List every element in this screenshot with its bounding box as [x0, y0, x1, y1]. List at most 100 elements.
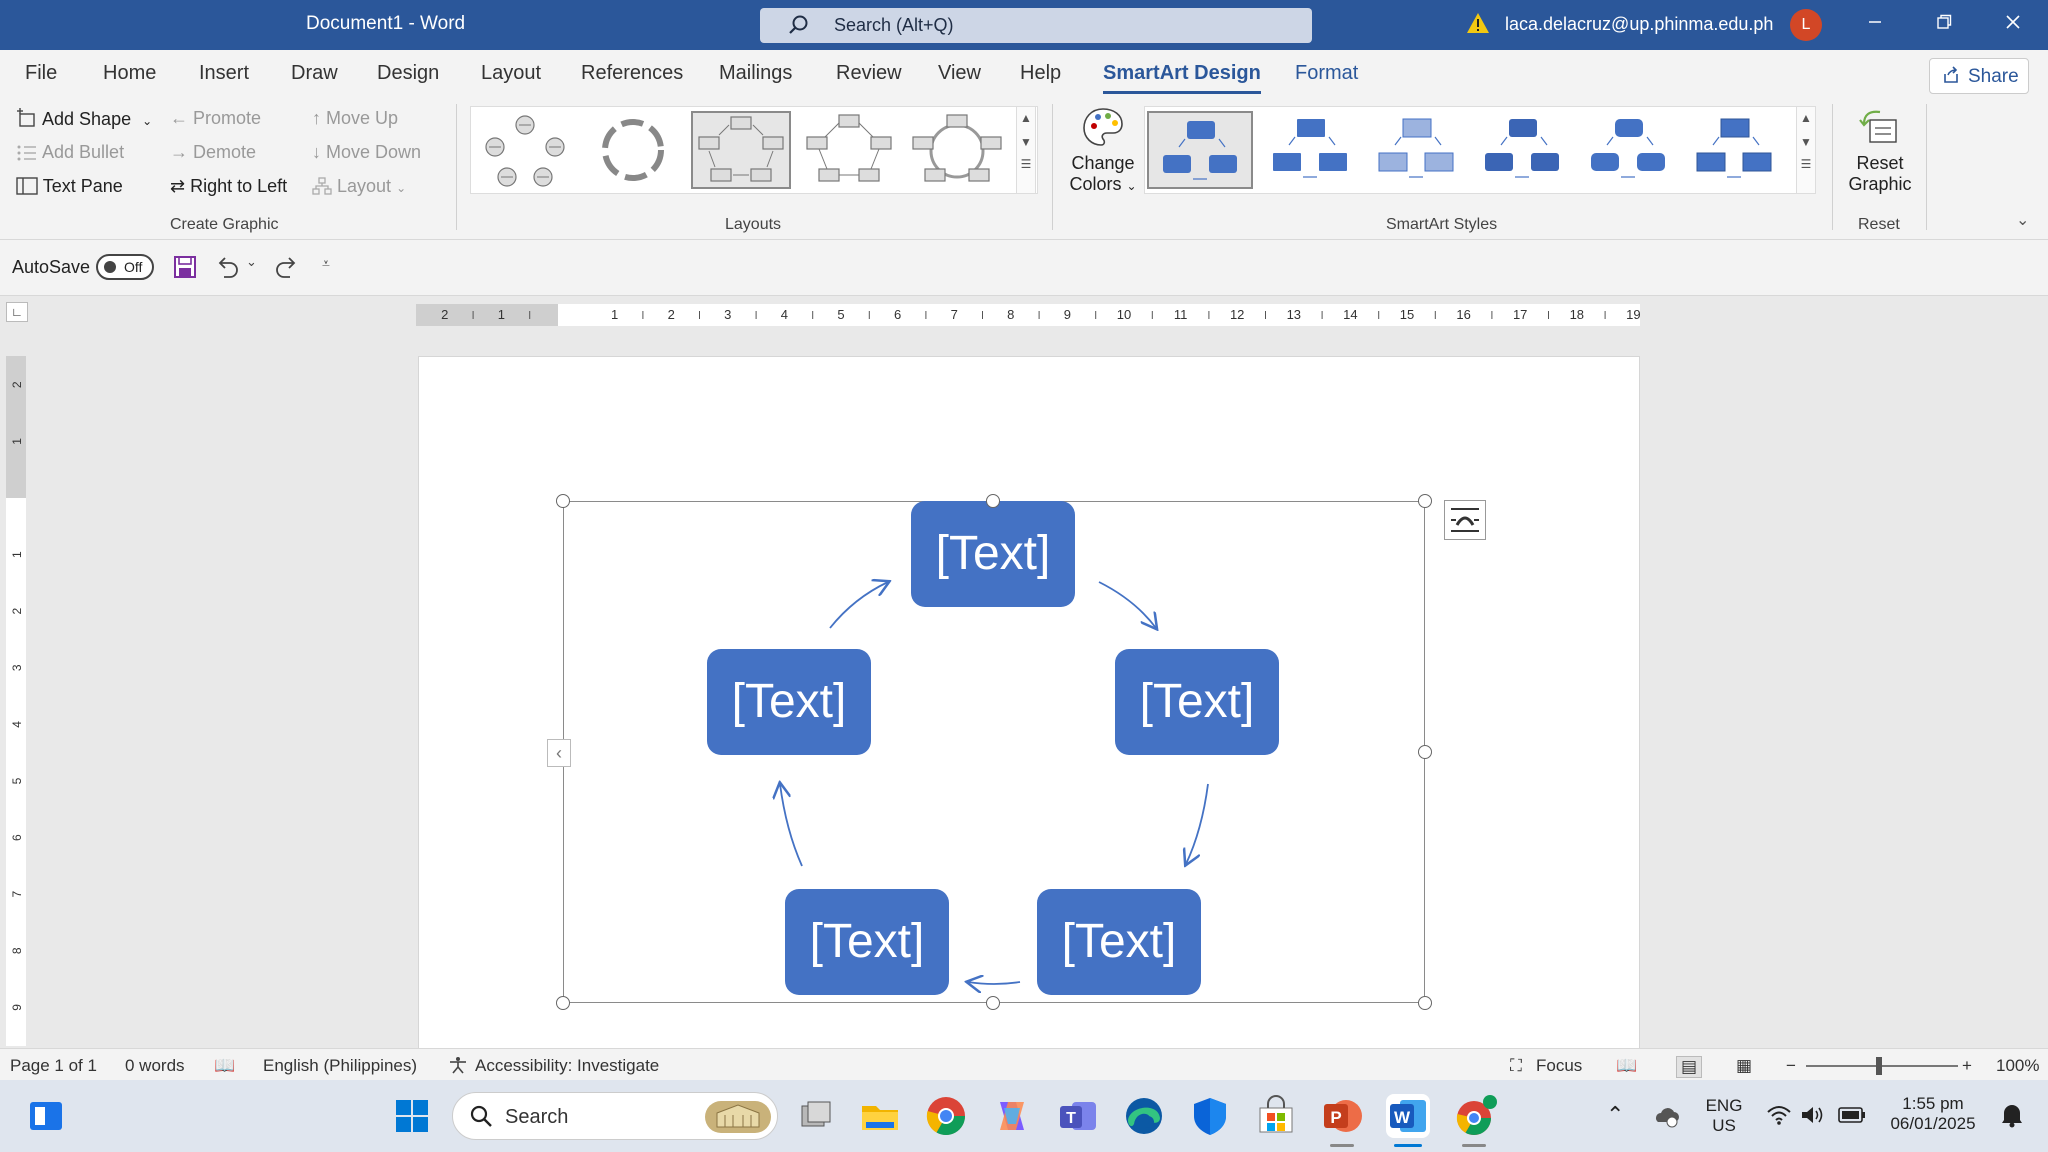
language-indicator[interactable]: English (Philippines) [263, 1056, 417, 1076]
account-name[interactable]: laca.delacruz@up.phinma.edu.ph [1505, 14, 1773, 35]
share-button[interactable]: Share [1929, 58, 2029, 94]
minimize-button[interactable] [1855, 9, 1895, 39]
layout-thumb-continuous-cycle[interactable] [907, 111, 1007, 189]
smartart-node-3[interactable]: [Text] [1037, 889, 1201, 995]
battery-icon[interactable] [1838, 1106, 1866, 1129]
resize-handle-bottom-left[interactable] [556, 996, 570, 1010]
print-layout-icon[interactable]: ▤ [1676, 1056, 1703, 1078]
save-icon[interactable] [173, 255, 197, 284]
powerpoint-icon[interactable]: P [1320, 1094, 1364, 1138]
widgets-icon[interactable] [26, 1096, 66, 1136]
style-thumb-white-outline[interactable] [1259, 111, 1359, 189]
layout-thumb-block-cycle[interactable] [691, 111, 791, 189]
web-layout-icon[interactable]: ▦ [1736, 1056, 1752, 1076]
undo-dropdown-icon[interactable]: ⌄ [246, 254, 257, 270]
tab-home[interactable]: Home [103, 62, 156, 85]
tab-design[interactable]: Design [377, 62, 439, 85]
clock[interactable]: 1:55 pm 06/01/2025 [1874, 1094, 1992, 1134]
redo-icon[interactable] [274, 255, 300, 284]
language-indicator-taskbar[interactable]: ENG US [1702, 1096, 1746, 1136]
chrome-profile-icon[interactable] [1452, 1094, 1497, 1138]
resize-handle-right[interactable] [1418, 745, 1432, 759]
read-mode-icon[interactable]: 📖 [1616, 1056, 1637, 1076]
style-thumb-intense-effect[interactable] [1577, 111, 1677, 189]
accessibility-status[interactable]: Accessibility: Investigate [475, 1056, 659, 1076]
smartart-node-4[interactable]: [Text] [785, 889, 949, 995]
focus-button[interactable]: Focus [1536, 1056, 1582, 1076]
zoom-slider-thumb[interactable] [1876, 1057, 1882, 1075]
accessibility-icon[interactable] [448, 1056, 468, 1079]
layout-button[interactable]: Layout ⌄ [312, 176, 406, 197]
taskbar-search[interactable]: Search [452, 1092, 778, 1140]
styles-gallery-scroll[interactable]: ▲ ▼ ☰ [1796, 106, 1816, 194]
layout-thumb-segmented-cycle[interactable] [583, 111, 683, 189]
move-down-button[interactable]: ↓ Move Down [312, 142, 421, 163]
smartart-node-5[interactable]: [Text] [707, 649, 871, 755]
promote-button[interactable]: ← Promote [170, 108, 261, 129]
tab-insert[interactable]: Insert [199, 62, 249, 85]
layout-options-button[interactable] [1444, 500, 1486, 540]
add-bullet-button[interactable]: Add Bullet [16, 142, 124, 163]
layouts-gallery-scroll[interactable]: ▲ ▼ ☰ [1016, 106, 1036, 194]
search-box[interactable]: Search (Alt+Q) [760, 8, 1312, 43]
microsoft-store-icon[interactable] [1254, 1094, 1298, 1138]
layout-thumb-nondirectional-cycle[interactable] [799, 111, 899, 189]
task-view-icon[interactable] [794, 1094, 838, 1138]
proofing-icon[interactable]: 📖 [214, 1056, 235, 1076]
zoom-slider[interactable] [1806, 1065, 1958, 1067]
zoom-in-icon[interactable]: + [1962, 1056, 1972, 1076]
customize-qat-icon[interactable]: ⩡ [322, 255, 330, 272]
word-icon[interactable]: W [1386, 1094, 1430, 1138]
zoom-level[interactable]: 100% [1996, 1056, 2039, 1076]
focus-icon[interactable]: ⛶ [1510, 1056, 1522, 1076]
tab-references[interactable]: References [581, 62, 683, 85]
resize-handle-top-left[interactable] [556, 494, 570, 508]
page-count[interactable]: Page 1 of 1 [10, 1056, 97, 1076]
style-thumb-simple-fill[interactable] [1147, 111, 1253, 189]
style-thumb-subtle-effect[interactable] [1365, 111, 1465, 189]
warning-icon[interactable] [1466, 12, 1490, 39]
avatar[interactable]: L [1790, 9, 1822, 41]
tab-view[interactable]: View [938, 62, 981, 85]
tab-layout[interactable]: Layout [481, 62, 541, 85]
onedrive-icon[interactable] [1652, 1104, 1680, 1133]
zoom-out-icon[interactable]: − [1786, 1056, 1796, 1076]
tab-draw[interactable]: Draw [291, 62, 338, 85]
notification-bell-icon[interactable] [2000, 1102, 2024, 1133]
undo-icon[interactable] [214, 255, 240, 284]
horizontal-ruler[interactable]: 2 1 1 2 3 4 5 6 7 8 9 10 11 12 13 14 15 16 17 18 19 [416, 304, 1640, 326]
tab-smartart-design[interactable]: SmartArt Design [1103, 62, 1261, 94]
restore-button[interactable] [1924, 9, 1964, 39]
style-thumb-3d[interactable] [1683, 111, 1783, 189]
word-count[interactable]: 0 words [125, 1056, 185, 1076]
tab-review[interactable]: Review [836, 62, 902, 85]
tab-file[interactable]: File [25, 62, 57, 85]
resize-handle-bottom[interactable] [986, 996, 1000, 1010]
demote-button[interactable]: → Demote [170, 142, 256, 163]
add-shape-button[interactable]: Add Shape ⌄ [16, 108, 152, 130]
teams-icon[interactable]: T [1056, 1094, 1100, 1138]
wifi-icon[interactable] [1766, 1104, 1792, 1131]
tab-selector-icon[interactable]: ∟ [6, 302, 28, 322]
autosave-toggle[interactable]: Off [96, 254, 154, 280]
start-icon[interactable] [390, 1094, 434, 1138]
chevron-up-icon[interactable]: ⌃ [1606, 1102, 1624, 1128]
close-button[interactable] [1993, 9, 2033, 39]
smartart-node-1[interactable]: [Text] [911, 501, 1075, 607]
file-explorer-icon[interactable] [858, 1094, 902, 1138]
resize-handle-bottom-right[interactable] [1418, 996, 1432, 1010]
edge-icon[interactable] [1122, 1094, 1166, 1138]
tab-help[interactable]: Help [1020, 62, 1061, 85]
copilot-icon[interactable] [990, 1094, 1034, 1138]
volume-icon[interactable] [1800, 1104, 1826, 1131]
tab-mailings[interactable]: Mailings [719, 62, 792, 85]
resize-handle-top[interactable] [986, 494, 1000, 508]
change-colors-button[interactable]: Change Colors ⌄ [1068, 106, 1138, 195]
smartart-node-2[interactable]: [Text] [1115, 649, 1279, 755]
resize-handle-top-right[interactable] [1418, 494, 1432, 508]
tab-format[interactable]: Format [1295, 62, 1358, 85]
right-to-left-button[interactable]: ⇄ Right to Left [170, 176, 287, 197]
chrome-icon[interactable] [924, 1094, 968, 1138]
collapse-ribbon-button[interactable]: ⌄ [2016, 210, 2029, 230]
security-shield-icon[interactable] [1188, 1094, 1232, 1138]
